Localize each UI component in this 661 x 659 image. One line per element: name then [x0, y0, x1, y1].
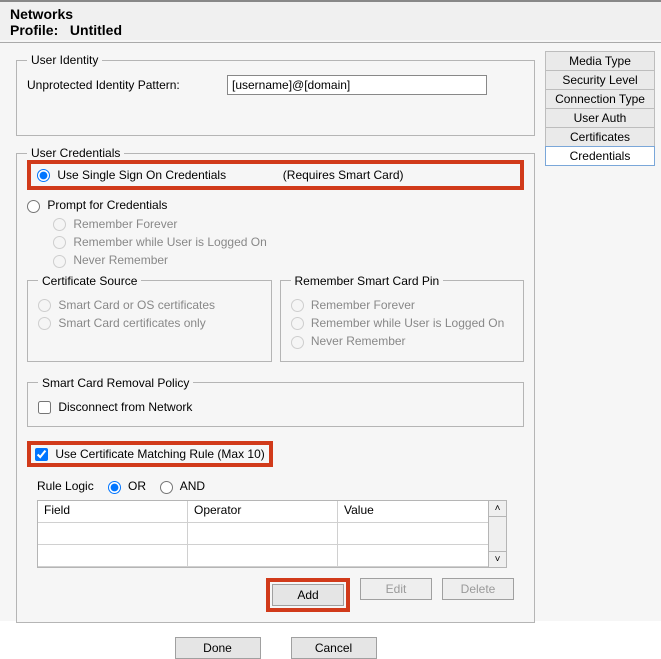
col-value: Value [338, 501, 488, 523]
remember-forever-label: Remember Forever [73, 217, 177, 231]
divider [0, 42, 661, 43]
table-row[interactable] [38, 545, 488, 567]
sso-note: (Requires Smart Card) [283, 168, 404, 182]
profile-prefix: Profile: [10, 22, 58, 38]
cert-only-label: Smart Card certificates only [58, 316, 205, 330]
pin-forever-option: Remember Forever [291, 298, 415, 312]
rules-table[interactable]: Field Operator Value ˄ [37, 500, 507, 568]
removal-group: Smart Card Removal Policy Disconnect fro… [27, 376, 524, 427]
user-identity-legend: User Identity [27, 53, 102, 67]
cert-os-radio [38, 299, 51, 312]
scroll-up-icon[interactable]: ˄ [489, 501, 506, 517]
highlight-add: Add [266, 578, 350, 612]
pin-legend: Remember Smart Card Pin [291, 274, 444, 288]
remember-forever-option: Remember Forever [53, 217, 177, 231]
tab-media-type[interactable]: Media Type [545, 51, 655, 71]
never-remember-option: Never Remember [53, 253, 168, 267]
edit-button: Edit [360, 578, 432, 600]
pin-logged-label: Remember while User is Logged On [311, 316, 504, 330]
col-field: Field [38, 501, 188, 523]
rule-logic-label: Rule Logic [37, 479, 94, 493]
tab-security-level[interactable]: Security Level [545, 70, 655, 90]
delete-button: Delete [442, 578, 514, 600]
cancel-button[interactable]: Cancel [291, 637, 377, 659]
sso-option[interactable]: Use Single Sign On Credentials [37, 168, 229, 182]
tabs-list: Media Type Security Level Connection Typ… [545, 51, 655, 165]
table-scrollbar[interactable]: ˄ ˅ [488, 501, 506, 567]
logic-or-radio[interactable] [108, 481, 121, 494]
prompt-radio[interactable] [27, 200, 40, 213]
profile-name: Untitled [70, 22, 122, 38]
prompt-option[interactable]: Prompt for Credentials [27, 198, 167, 212]
pin-never-label: Never Remember [311, 334, 406, 348]
remember-logged-label: Remember while User is Logged On [73, 235, 266, 249]
user-credentials-group: User Credentials Use Single Sign On Cred… [16, 146, 535, 623]
use-matching-rule-option[interactable]: Use Certificate Matching Rule (Max 10) [35, 447, 265, 461]
titlebar: Networks Profile: Untitled [0, 2, 661, 40]
cert-source-group: Certificate Source Smart Card or OS cert… [27, 274, 272, 362]
tab-connection-type[interactable]: Connection Type [545, 89, 655, 109]
window-title: Networks [10, 6, 651, 22]
tab-credentials[interactable]: Credentials [545, 146, 655, 166]
pin-logged-radio [291, 317, 304, 330]
add-button[interactable]: Add [272, 584, 344, 606]
scroll-down-icon[interactable]: ˅ [489, 551, 506, 567]
highlight-matching-rule: Use Certificate Matching Rule (Max 10) [27, 441, 273, 467]
table-row[interactable] [38, 523, 488, 545]
logic-and-label: AND [180, 479, 205, 493]
pin-forever-radio [291, 299, 304, 312]
sso-radio[interactable] [37, 169, 50, 182]
never-remember-label: Never Remember [73, 253, 168, 267]
removal-legend: Smart Card Removal Policy [38, 376, 193, 390]
credentials-dialog: Networks Profile: Untitled User Identity… [0, 0, 661, 621]
tab-certificates[interactable]: Certificates [545, 127, 655, 147]
logic-and-option[interactable]: AND [160, 479, 205, 493]
col-operator: Operator [188, 501, 338, 523]
logic-or-option[interactable]: OR [108, 479, 146, 493]
table-header-row: Field Operator Value [38, 501, 488, 523]
cert-source-legend: Certificate Source [38, 274, 141, 288]
cert-os-label: Smart Card or OS certificates [58, 298, 215, 312]
logic-or-label: OR [128, 479, 146, 493]
pin-never-radio [291, 336, 304, 349]
user-identity-group: User Identity Unprotected Identity Patte… [16, 53, 535, 136]
tab-user-auth[interactable]: User Auth [545, 108, 655, 128]
cert-os-option: Smart Card or OS certificates [38, 298, 215, 312]
logic-and-radio[interactable] [160, 481, 173, 494]
prompt-label: Prompt for Credentials [47, 198, 167, 212]
pin-forever-label: Remember Forever [311, 298, 415, 312]
cert-only-option: Smart Card certificates only [38, 316, 206, 330]
pin-logged-option: Remember while User is Logged On [291, 316, 505, 330]
done-button[interactable]: Done [175, 637, 261, 659]
pattern-label: Unprotected Identity Pattern: [27, 78, 217, 92]
pin-never-option: Never Remember [291, 334, 406, 348]
use-matching-rule-checkbox[interactable] [35, 448, 48, 461]
pin-group: Remember Smart Card Pin Remember Forever… [280, 274, 525, 362]
disconnect-checkbox[interactable] [38, 401, 51, 414]
highlight-sso: Use Single Sign On Credentials (Requires… [27, 160, 524, 190]
remember-forever-radio [53, 218, 66, 231]
disconnect-option[interactable]: Disconnect from Network [38, 400, 192, 414]
sso-label: Use Single Sign On Credentials [57, 168, 226, 182]
cert-only-radio [38, 317, 51, 330]
disconnect-label: Disconnect from Network [58, 400, 192, 414]
pattern-input[interactable] [227, 75, 487, 95]
profile-line: Profile: Untitled [10, 22, 651, 38]
use-matching-rule-label: Use Certificate Matching Rule (Max 10) [55, 447, 264, 461]
never-remember-radio [53, 255, 66, 268]
remember-logged-radio [53, 236, 66, 249]
remember-logged-option: Remember while User is Logged On [53, 235, 267, 249]
user-credentials-legend: User Credentials [27, 146, 124, 160]
